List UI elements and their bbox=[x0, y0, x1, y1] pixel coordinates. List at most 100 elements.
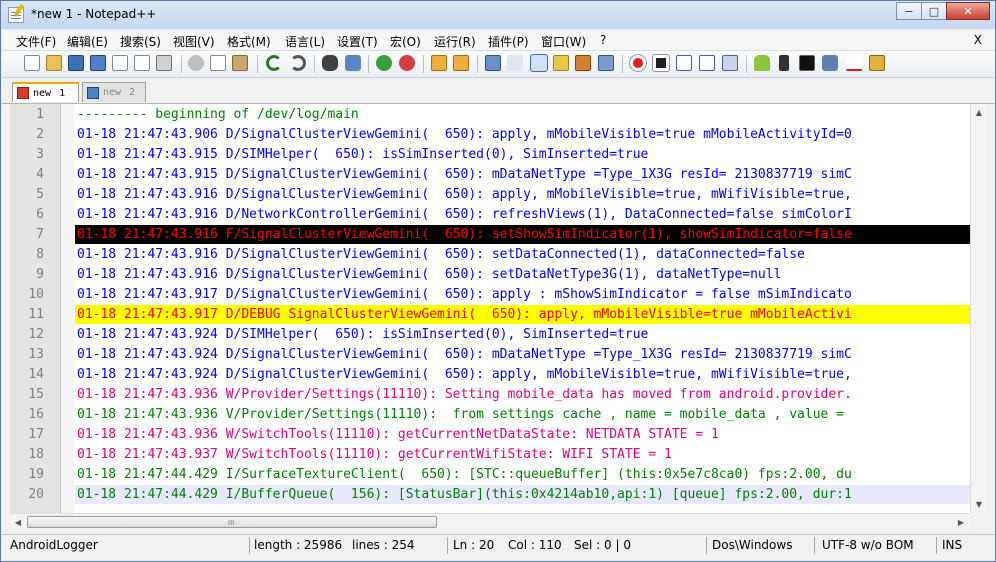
editor-line[interactable]: 17 01-18 21:47:43.936 W/SwitchTools(11110… bbox=[10, 425, 970, 445]
editor-line[interactable]: 8 01-18 21:47:43.916 D/SignalClusterViewG… bbox=[10, 245, 970, 265]
indent-guide-icon[interactable] bbox=[530, 54, 548, 72]
line-text[interactable]: 01-18 21:47:43.916 D/SignalClusterViewGe… bbox=[77, 185, 852, 205]
replace-icon[interactable] bbox=[345, 55, 361, 71]
editor-line[interactable]: 4 01-18 21:47:43.915 D/SignalClusterViewG… bbox=[10, 165, 970, 185]
find-icon[interactable] bbox=[322, 55, 338, 71]
editor-line[interactable]: 6 01-18 21:47:43.916 D/NetworkControllerG… bbox=[10, 205, 970, 225]
menu-macro[interactable]: 宏(O) bbox=[390, 33, 421, 50]
save-icon[interactable] bbox=[68, 55, 84, 71]
editor-line[interactable]: 5 01-18 21:47:43.916 D/SignalClusterViewG… bbox=[10, 185, 970, 205]
play-macro-icon[interactable] bbox=[676, 55, 692, 71]
menu-help[interactable]: ? bbox=[600, 33, 606, 47]
line-text[interactable]: 01-18 21:47:43.924 D/SignalClusterViewGe… bbox=[77, 345, 852, 365]
scroll-up-icon[interactable]: ▲ bbox=[971, 104, 987, 120]
menu-search[interactable]: 搜索(S) bbox=[120, 33, 161, 50]
sync-vertical-icon[interactable] bbox=[431, 55, 447, 71]
editor-line[interactable]: 19 01-18 21:47:44.429 I/SurfaceTextureCli… bbox=[10, 465, 970, 485]
editor-line[interactable]: 2 01-18 21:47:43.906 D/SignalClusterViewG… bbox=[10, 125, 970, 145]
editor-line[interactable]: 7 01-18 21:47:43.916 F/SignalClusterViewG… bbox=[10, 225, 970, 245]
editor-line[interactable]: 10 01-18 21:47:43.917 D/SignalClusterView… bbox=[10, 285, 970, 305]
line-text[interactable]: 01-18 21:47:44.429 I/BufferQueue( 156): … bbox=[77, 485, 852, 505]
line-text[interactable]: 01-18 21:47:43.915 D/SIMHelper( 650): is… bbox=[77, 145, 648, 165]
editor-line[interactable]: 18 01-18 21:47:43.937 W/SwitchTools(11110… bbox=[10, 445, 970, 465]
line-text[interactable]: 01-18 21:47:43.924 D/SIMHelper( 650): is… bbox=[77, 325, 648, 345]
paste-icon[interactable] bbox=[232, 55, 248, 71]
line-text[interactable]: 01-18 21:47:43.916 D/SignalClusterViewGe… bbox=[77, 265, 781, 285]
maximize-button[interactable]: □ bbox=[921, 2, 947, 20]
sync-horizontal-icon[interactable] bbox=[453, 55, 469, 71]
line-text[interactable]: 01-18 21:47:43.906 D/SignalClusterViewGe… bbox=[77, 125, 852, 145]
zoom-in-icon[interactable] bbox=[376, 55, 392, 71]
line-text[interactable]: 01-18 21:47:43.915 D/SignalClusterViewGe… bbox=[77, 165, 852, 185]
editor-line[interactable]: 15 01-18 21:47:43.936 W/Provider/Settings… bbox=[10, 385, 970, 405]
menu-edit[interactable]: 编辑(E) bbox=[67, 33, 108, 50]
print-icon[interactable] bbox=[156, 55, 172, 71]
tab-new-1[interactable]: new 1 bbox=[12, 82, 79, 102]
menu-window[interactable]: 窗口(W) bbox=[541, 33, 586, 50]
stop-record-icon[interactable] bbox=[652, 54, 670, 72]
close-all-icon[interactable] bbox=[134, 55, 150, 71]
spellcheck-icon[interactable] bbox=[846, 55, 862, 71]
cut-icon[interactable] bbox=[188, 55, 204, 71]
editor-line[interactable]: 9 01-18 21:47:43.916 D/SignalClusterViewG… bbox=[10, 265, 970, 285]
phone-icon[interactable] bbox=[779, 55, 789, 71]
record-macro-icon[interactable] bbox=[629, 54, 647, 72]
horizontal-scroll-thumb[interactable]: III bbox=[27, 516, 437, 528]
word-wrap-icon[interactable] bbox=[485, 55, 501, 71]
minimize-button[interactable]: − bbox=[896, 2, 922, 20]
run-macro-multiple-icon[interactable] bbox=[699, 55, 715, 71]
text-editor[interactable]: 1 --------- beginning of /dev/log/main 2 01… bbox=[10, 104, 970, 513]
menu-language[interactable]: 语言(L) bbox=[285, 33, 325, 50]
save-all-icon[interactable] bbox=[90, 55, 106, 71]
menu-view[interactable]: 视图(V) bbox=[173, 33, 215, 50]
line-text[interactable]: 01-18 21:47:43.916 F/SignalClusterViewGe… bbox=[77, 225, 852, 245]
menu-format[interactable]: 格式(M) bbox=[227, 33, 271, 50]
tab-new-2[interactable]: new 2 bbox=[82, 82, 146, 102]
menu-run[interactable]: 运行(R) bbox=[434, 33, 476, 50]
scroll-left-icon[interactable]: ◀ bbox=[10, 514, 26, 530]
line-text[interactable]: 01-18 21:47:43.916 D/NetworkControllerGe… bbox=[77, 205, 852, 225]
editor-line[interactable]: 16 01-18 21:47:43.936 V/Provider/Settings… bbox=[10, 405, 970, 425]
android-icon[interactable] bbox=[754, 55, 770, 71]
editor-line[interactable]: 14 01-18 21:47:43.924 D/SignalClusterView… bbox=[10, 365, 970, 385]
menu-plugins[interactable]: 插件(P) bbox=[488, 33, 529, 50]
vertical-scrollbar[interactable]: ▲ ▼ bbox=[970, 104, 987, 513]
zoom-out-icon[interactable] bbox=[399, 55, 415, 71]
line-text[interactable]: 01-18 21:47:44.429 I/SurfaceTextureClien… bbox=[77, 465, 852, 485]
horizontal-scrollbar[interactable]: ◀ III ▶ bbox=[10, 513, 970, 530]
line-text[interactable]: 01-18 21:47:43.936 V/Provider/Settings(1… bbox=[77, 405, 852, 425]
close-button[interactable]: ✕ bbox=[946, 2, 990, 20]
close-document-button[interactable]: X bbox=[974, 33, 982, 47]
plugin-icon[interactable] bbox=[869, 55, 885, 71]
function-list-icon[interactable] bbox=[598, 55, 614, 71]
save-macro-icon[interactable] bbox=[722, 55, 738, 71]
line-text[interactable]: 01-18 21:47:43.917 D/SignalClusterViewGe… bbox=[77, 285, 852, 305]
line-text[interactable]: 01-18 21:47:43.936 W/Provider/Settings(1… bbox=[77, 385, 852, 405]
copy-icon[interactable] bbox=[210, 55, 226, 71]
line-text[interactable]: 01-18 21:47:43.937 W/SwitchTools(11110):… bbox=[77, 445, 672, 465]
user-lang-icon[interactable] bbox=[553, 55, 569, 71]
line-text[interactable]: 01-18 21:47:43.916 D/SignalClusterViewGe… bbox=[77, 245, 805, 265]
line-text[interactable]: 01-18 21:47:43.924 D/SignalClusterViewGe… bbox=[77, 365, 852, 385]
doc-map-icon[interactable] bbox=[575, 55, 591, 71]
line-text[interactable]: 01-18 21:47:43.936 W/SwitchTools(11110):… bbox=[77, 425, 719, 445]
line-text[interactable]: 01-18 21:47:43.917 D/DEBUG SignalCluster… bbox=[77, 305, 852, 325]
editor-line[interactable]: 12 01-18 21:47:43.924 D/SIMHelper( 650): … bbox=[10, 325, 970, 345]
line-text[interactable]: --------- beginning of /dev/log/main bbox=[77, 105, 359, 125]
console-icon[interactable] bbox=[799, 55, 815, 71]
undo-icon[interactable] bbox=[266, 55, 282, 71]
editor-line[interactable]: 13 01-18 21:47:43.924 D/SignalClusterView… bbox=[10, 345, 970, 365]
show-all-chars-icon[interactable] bbox=[507, 55, 523, 71]
editor-line[interactable]: 20 01-18 21:47:44.429 I/BufferQueue( 156)… bbox=[10, 485, 970, 505]
new-file-icon[interactable] bbox=[24, 55, 40, 71]
scroll-down-icon[interactable]: ▼ bbox=[971, 496, 987, 512]
redo-icon[interactable] bbox=[290, 55, 306, 71]
close-icon[interactable] bbox=[112, 55, 128, 71]
editor-line[interactable]: 11 01-18 21:47:43.917 D/DEBUG SignalClust… bbox=[10, 305, 970, 325]
menu-settings[interactable]: 设置(T) bbox=[337, 33, 378, 50]
open-file-icon[interactable] bbox=[46, 55, 62, 71]
menu-file[interactable]: 文件(F) bbox=[16, 33, 56, 50]
scroll-right-icon[interactable]: ▶ bbox=[953, 514, 969, 530]
editor-line[interactable]: 1 --------- beginning of /dev/log/main bbox=[10, 105, 970, 125]
camera-icon[interactable] bbox=[822, 55, 838, 71]
